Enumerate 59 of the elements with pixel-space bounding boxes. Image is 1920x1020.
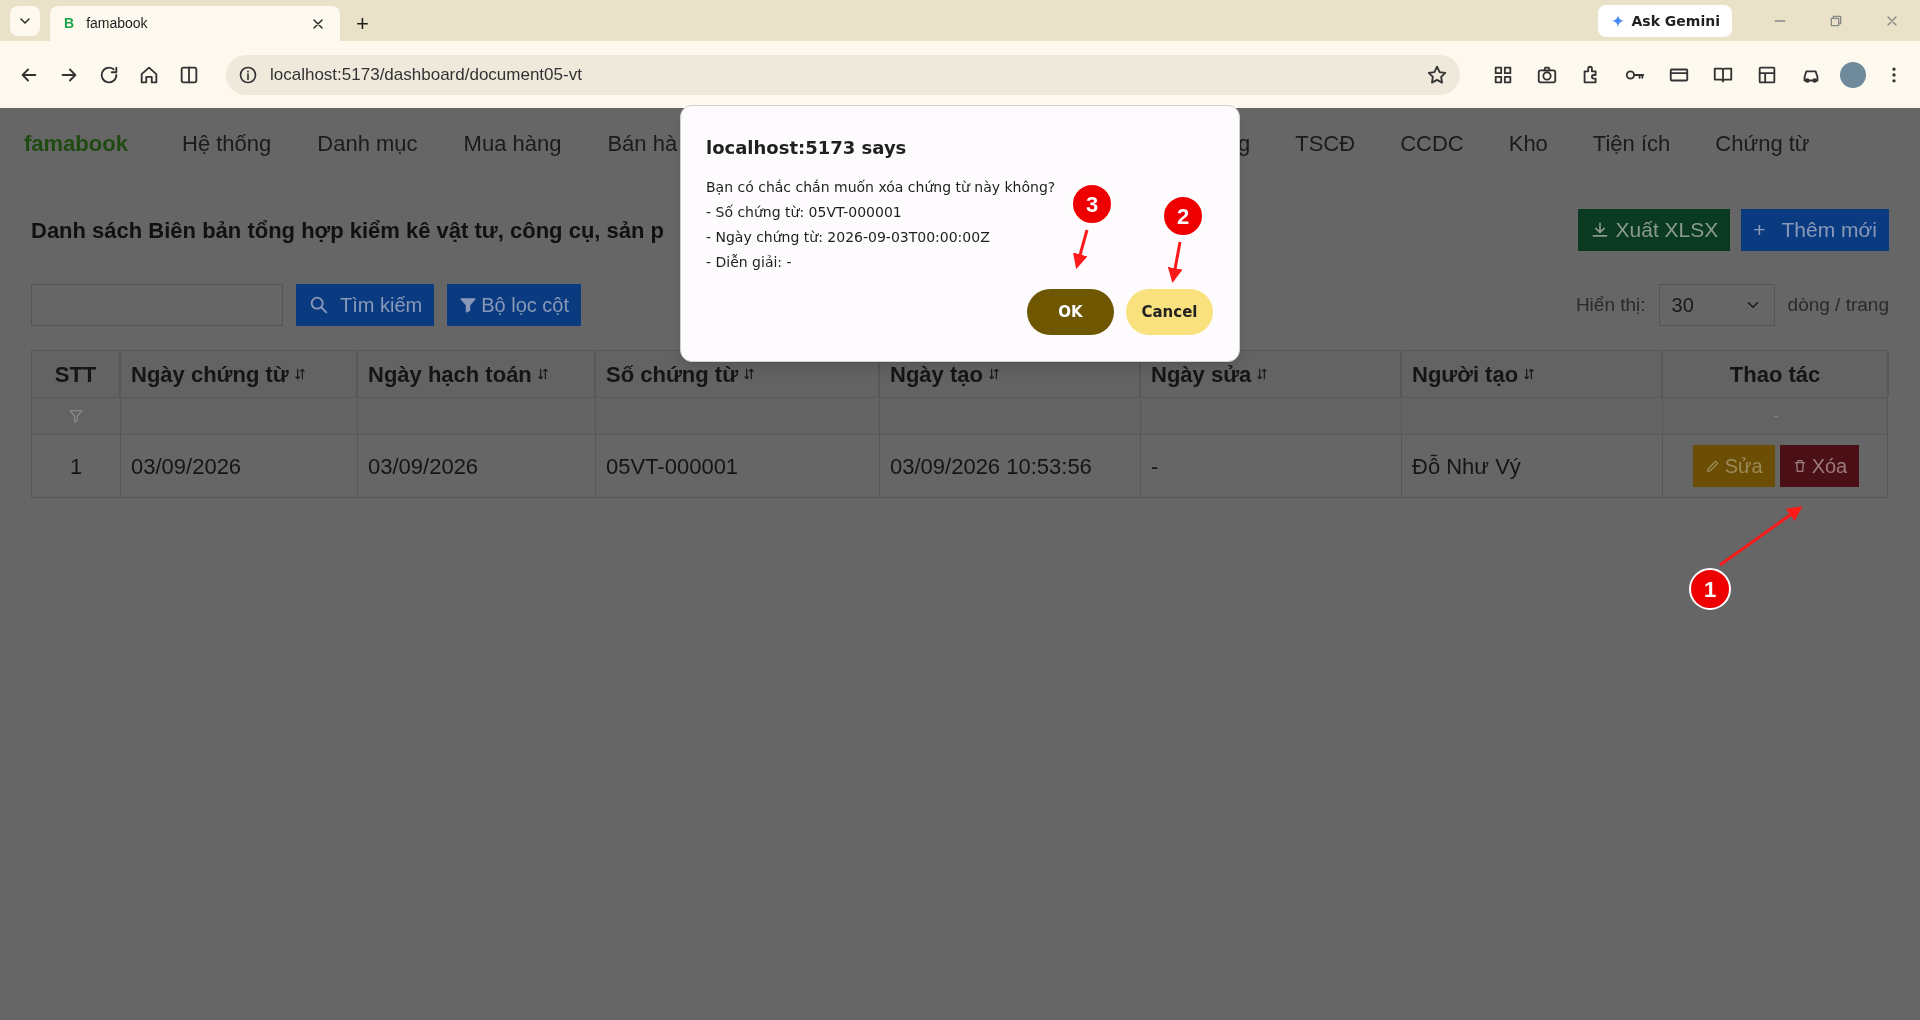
nav-menu-item[interactable]: Hệ thống (182, 126, 272, 160)
sort-icon (1255, 367, 1270, 381)
dialog-message-line: Bạn có chắc chắn muốn xóa chứng từ này không? (706, 178, 1056, 197)
dialog-title: localhost:5173 says (706, 136, 908, 160)
browser-tab[interactable]: B famabook (50, 6, 340, 41)
url-text: localhost:5173/dashboard/document05-vt (270, 63, 583, 86)
address-bar[interactable]: localhost:5173/dashboard/document05-vt (226, 54, 1460, 95)
new-tab-button[interactable]: + (356, 13, 369, 35)
dialog-message-line: - Diễn giải: - (706, 253, 792, 272)
table-cell: 03/09/2026 (121, 435, 358, 497)
nav-menu-item[interactable]: Chứng từ (1715, 126, 1810, 160)
nav-menu-item[interactable]: Tiện ích (1592, 126, 1671, 160)
table-cell: Đỗ Như Vý (1402, 435, 1663, 497)
table-cell: - (1141, 435, 1402, 497)
sort-icon (1522, 367, 1537, 381)
restore-icon[interactable] (1828, 13, 1844, 29)
export-button[interactable]: Xuất XLSX (1577, 209, 1731, 251)
edit-button[interactable]: Sửa (1692, 445, 1775, 487)
app-logo[interactable]: famabook (24, 126, 182, 160)
ask-gemini-button[interactable]: Ask Gemini (1597, 5, 1732, 37)
table-cell: 03/09/2026 (358, 435, 596, 497)
info-icon[interactable] (238, 64, 258, 85)
table-cell: 05VT-000001 (596, 435, 880, 497)
nav-menu-item[interactable]: Mua hàng (463, 126, 562, 160)
nav-menu-item[interactable]: TSCĐ (1295, 126, 1356, 160)
numbered-callout: 3 (1071, 183, 1113, 269)
funnel-icon (459, 296, 478, 314)
search-button[interactable]: Tìm kiếm (296, 284, 435, 326)
tab-list-button[interactable] (10, 6, 40, 36)
page-size-select[interactable]: 30 (1658, 284, 1775, 326)
nav-menu-item[interactable]: Bán hà (607, 126, 678, 160)
nav-menu-item[interactable]: Danh mục (317, 126, 418, 160)
sort-icon (742, 367, 757, 381)
add-new-button[interactable]: + Thêm mới (1741, 209, 1889, 251)
star-icon[interactable] (1426, 63, 1448, 86)
numbered-callout: 2 (1162, 195, 1204, 283)
table-cell-text: - (1772, 406, 1780, 426)
nav-menu-item[interactable]: CCDC (1400, 126, 1464, 160)
column-filter-button[interactable]: Bộ lọc cột (447, 284, 582, 326)
page-title: Danh sách Biên bản tổng hợp kiểm kê vật tư, công cụ, sản p (31, 216, 664, 245)
sort-icon (535, 367, 550, 381)
pencil-icon (1704, 458, 1721, 474)
search-icon (308, 294, 330, 316)
cancel-button[interactable]: Cancel (1126, 289, 1213, 335)
table-cell: 1 (32, 435, 121, 497)
ok-button[interactable]: OK (1027, 289, 1114, 335)
dialog-message-line: - Ngày chứng từ: 2026-09-03T00:00:00Z (706, 228, 990, 247)
sort-icon (292, 367, 307, 381)
dialog-message-line: - Số chứng từ: 05VT-000001 (706, 203, 902, 222)
nav-menu-item[interactable]: Kho (1508, 126, 1548, 160)
numbered-callout: 1 (1689, 506, 1803, 610)
favicon-icon: B (64, 13, 75, 34)
sort-icon (986, 367, 1001, 381)
page-size-label: Hiển thị: (1575, 292, 1646, 317)
tab-title: famabook (86, 14, 149, 33)
table-cell: 03/09/2026 10:53:56 (880, 435, 1141, 497)
profile-avatar[interactable] (1840, 61, 1866, 88)
delete-button[interactable]: Xóa (1779, 445, 1860, 487)
page-size-suffix: dòng / trang (1787, 292, 1889, 317)
